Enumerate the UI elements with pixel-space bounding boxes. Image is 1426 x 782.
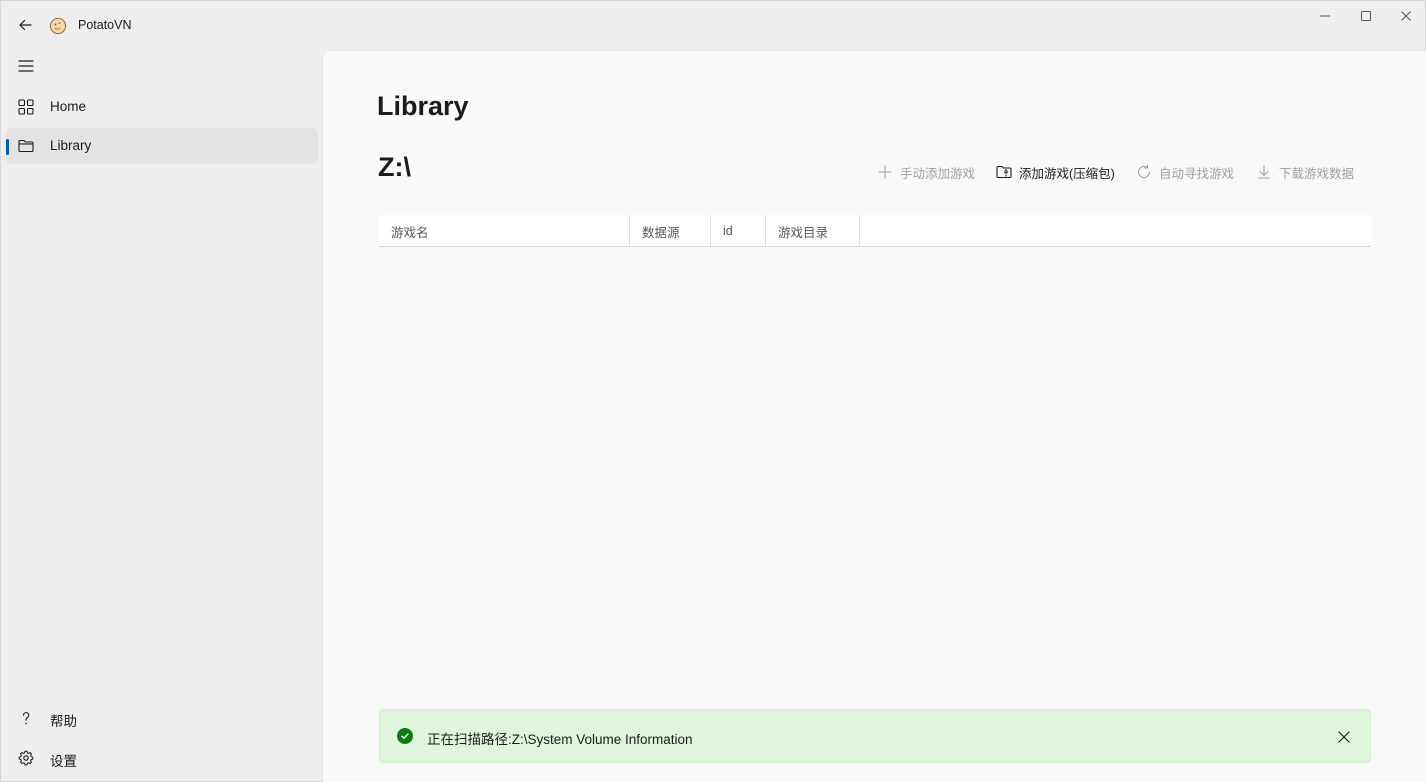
plus-icon	[876, 163, 894, 181]
column-header-game-directory[interactable]: 游戏目录	[766, 215, 860, 247]
content-pane: Library Z:\ 手动添加游戏 添加游戏(压缩包) 自动寻找游戏 下载游戏…	[322, 50, 1426, 782]
archive-folder-icon	[995, 163, 1013, 181]
infobar-close-button[interactable]	[1330, 723, 1358, 751]
game-table-header: 游戏名 数据源 id 游戏目录	[379, 215, 1371, 247]
sidebar-item-settings[interactable]: 设置	[6, 740, 318, 776]
grid-icon	[18, 99, 34, 115]
sidebar-item-label: 帮助	[50, 714, 77, 729]
gear-icon	[18, 750, 34, 766]
close-window-button[interactable]	[1386, 1, 1426, 31]
back-arrow-icon	[19, 19, 32, 31]
sidebar-item-label: 设置	[50, 754, 77, 769]
path-title: Z:\	[378, 152, 411, 182]
sidebar-item-help[interactable]: 帮助	[6, 700, 318, 736]
maximize-button[interactable]	[1346, 1, 1386, 31]
button-label: 添加游戏(压缩包)	[1019, 166, 1115, 181]
app-title: PotatoVN	[78, 18, 132, 32]
check-circle-icon	[397, 728, 413, 744]
add-game-archive-button[interactable]: 添加游戏(压缩包)	[995, 159, 1115, 185]
column-header-id[interactable]: id	[711, 215, 766, 247]
folder-icon	[18, 138, 34, 154]
selection-indicator	[6, 139, 9, 155]
column-header-game-name[interactable]: 游戏名	[379, 215, 630, 247]
column-header-data-source[interactable]: 数据源	[630, 215, 711, 247]
close-icon	[1338, 731, 1350, 743]
download-game-data-button[interactable]: 下载游戏数据	[1255, 159, 1354, 185]
back-button[interactable]	[11, 11, 39, 39]
potato-logo-icon	[49, 17, 67, 35]
close-icon	[1401, 11, 1411, 21]
sidebar-item-label: Home	[50, 99, 87, 114]
sidebar-item-home[interactable]: Home	[6, 89, 318, 125]
title-bar: PotatoVN	[1, 1, 1425, 49]
page-title: Library	[377, 91, 469, 121]
hamburger-menu-icon	[18, 60, 34, 72]
minimize-icon	[1320, 15, 1330, 17]
manual-add-game-button[interactable]: 手动添加游戏	[876, 159, 975, 185]
download-icon	[1255, 163, 1273, 181]
question-icon	[18, 710, 34, 726]
infobar-message: 正在扫描路径:Z:\System Volume Information	[427, 732, 693, 747]
sidebar-item-label: Library	[50, 138, 92, 153]
refresh-icon	[1135, 163, 1153, 181]
nav-toggle-button[interactable]	[11, 51, 41, 81]
button-label: 手动添加游戏	[900, 166, 976, 181]
app-window: PotatoVN Home Library 帮助 设置 Library Z:\ …	[0, 0, 1426, 782]
sidebar-item-library[interactable]: Library	[6, 128, 318, 164]
button-label: 下载游戏数据	[1279, 166, 1355, 181]
minimize-button[interactable]	[1305, 1, 1345, 31]
auto-find-games-button[interactable]: 自动寻找游戏	[1135, 159, 1234, 185]
status-infobar: 正在扫描路径:Z:\System Volume Information	[379, 709, 1371, 763]
maximize-icon	[1361, 11, 1371, 21]
button-label: 自动寻找游戏	[1159, 166, 1235, 181]
